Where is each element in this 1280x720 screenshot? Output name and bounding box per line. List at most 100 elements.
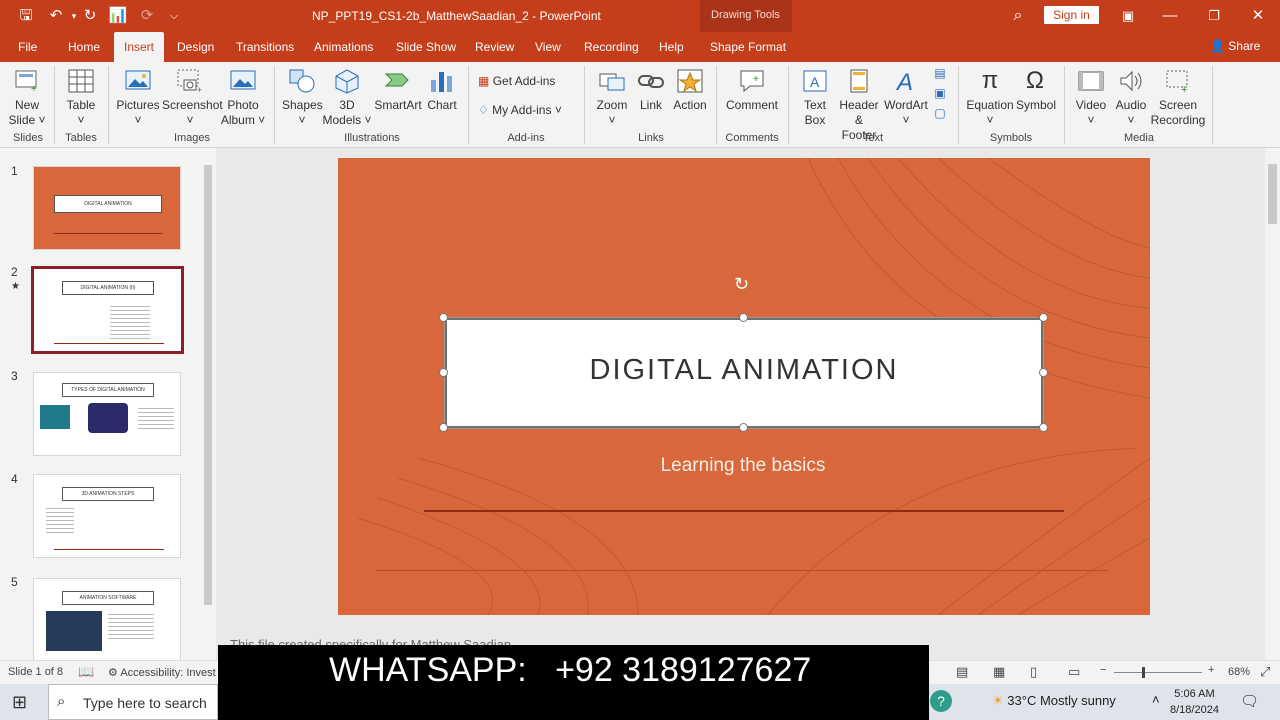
save-icon[interactable]: 🖫 — [16, 6, 36, 26]
tab-slide-show[interactable]: Slide Show — [394, 32, 458, 62]
resize-handle[interactable] — [1039, 368, 1048, 377]
normal-view-icon[interactable]: ▤ — [956, 664, 968, 680]
thumbnail-title: TYPES OF DIGITAL ANIMATION — [62, 383, 154, 397]
object-button[interactable]: ▢ — [932, 106, 948, 121]
wordart-button[interactable]: A WordArt ˅ — [884, 68, 928, 128]
present-from-beginning-icon[interactable]: 📊 — [108, 6, 128, 26]
resize-handle[interactable] — [739, 423, 748, 432]
pictures-button[interactable]: Pictures ˅ — [116, 68, 160, 128]
get-addins-button[interactable]: ▦ Get Add-ins — [478, 74, 560, 89]
tab-view[interactable]: View — [533, 32, 563, 62]
tab-home[interactable]: Home — [66, 32, 102, 62]
zoom-slider-thumb[interactable] — [1142, 667, 1145, 678]
rotate-handle-icon[interactable]: ↻ — [734, 274, 749, 295]
accessibility-label: Accessibility: Invest — [120, 667, 216, 679]
screenshot-button[interactable]: + Screenshot ˅ — [162, 68, 223, 128]
tab-shape-format[interactable]: Shape Format — [708, 32, 788, 62]
system-clock[interactable]: 5:06 AM 8/18/2024 — [1170, 686, 1219, 718]
3d-models-button[interactable]: 3D Models ˅ — [322, 68, 372, 128]
chevron-up-icon[interactable]: ˄ — [1152, 692, 1160, 707]
new-slide-button[interactable]: + New Slide ˅ — [8, 68, 46, 128]
screen-recording-button[interactable]: + Screen Recording — [1150, 68, 1206, 128]
slide-title[interactable]: DIGITAL ANIMATION — [447, 354, 1041, 387]
fit-slide-icon[interactable]: ⤢ — [1260, 664, 1270, 680]
store-icon: ▦ — [478, 74, 490, 88]
chevron-down-icon: ˅ — [554, 103, 562, 117]
title-placeholder[interactable]: DIGITAL ANIMATION — [445, 318, 1043, 428]
thumbnail-scrollbar[interactable] — [201, 149, 215, 657]
accessibility-status[interactable]: ⚙ Accessibility: Invest — [108, 666, 216, 679]
zoom-button[interactable]: Zoom ˅ — [594, 68, 630, 128]
resize-handle[interactable] — [1039, 423, 1048, 432]
table-button[interactable]: Table ˅ — [62, 68, 100, 128]
photo-album-button[interactable]: Photo Album ˅ — [220, 68, 266, 128]
resize-handle[interactable] — [1039, 313, 1048, 322]
tab-review[interactable]: Review — [473, 32, 516, 62]
reading-view-icon[interactable]: ▯ — [1030, 664, 1037, 680]
tab-recording[interactable]: Recording — [582, 32, 641, 62]
tab-transitions[interactable]: Transitions — [234, 32, 296, 62]
group-label-addins: Add-ins — [507, 132, 545, 144]
redo-icon[interactable]: ↻ — [80, 6, 100, 26]
spelling-icon[interactable]: 📖 — [78, 664, 94, 680]
taskbar-search[interactable]: ⌕ Type here to search — [48, 684, 218, 720]
slide-subtitle[interactable]: Learning the basics — [338, 455, 1148, 477]
resize-handle[interactable] — [439, 368, 448, 377]
help-app-icon[interactable]: ? — [930, 690, 952, 712]
canvas-scrollbar[interactable] — [1265, 148, 1280, 660]
search-icon[interactable]: ⌕ — [1008, 6, 1028, 26]
drawing-tools-label: Drawing Tools — [711, 9, 780, 21]
thumbnail-image — [88, 403, 128, 433]
slide-thumbnail-3[interactable]: TYPES OF DIGITAL ANIMATION — [33, 372, 181, 456]
slide-thumbnail-5[interactable]: ANIMATION SOFTWARE — [33, 578, 181, 662]
restore-icon[interactable]: ❐ — [1204, 6, 1224, 26]
weather-widget[interactable]: ☀ 33°C Mostly sunny — [992, 693, 1116, 709]
text-box-button[interactable]: A Text Box — [796, 68, 834, 128]
smartart-button[interactable]: SmartArt — [374, 68, 422, 113]
photo-album-label-2: Album ˅ — [220, 113, 266, 127]
zoom-in-icon[interactable]: + — [1208, 664, 1214, 676]
scrollbar-thumb[interactable] — [1268, 164, 1277, 224]
sign-in-button[interactable]: Sign in — [1044, 6, 1099, 24]
group-label-symbols: Symbols — [989, 132, 1033, 144]
zoom-level[interactable]: 68% — [1228, 666, 1250, 678]
comment-button[interactable]: + Comment — [724, 68, 780, 113]
smartart-label: SmartArt — [374, 98, 422, 112]
minimize-icon[interactable]: — — [1160, 6, 1180, 26]
slide-thumbnail-4[interactable]: 3D ANIMATION STEPS — [33, 474, 181, 558]
windows-start-icon[interactable]: ⊞ — [12, 692, 27, 713]
zoom-out-icon[interactable]: − — [1100, 664, 1106, 676]
slide-thumbnail-2[interactable]: DIGITAL ANIMATION (II) — [31, 266, 184, 354]
scrollbar-thumb[interactable] — [204, 165, 212, 605]
audio-button[interactable]: Audio ˅ — [1112, 68, 1150, 128]
resize-handle[interactable] — [439, 423, 448, 432]
date-time-button[interactable]: ▤ — [932, 66, 948, 81]
notification-icon[interactable]: 🗨 — [1240, 692, 1259, 710]
tab-design[interactable]: Design — [175, 32, 216, 62]
share-button[interactable]: 👤 Share — [1210, 39, 1260, 53]
slide-number-button[interactable]: ▣ — [932, 86, 948, 101]
tab-help[interactable]: Help — [657, 32, 686, 62]
ribbon-display-options-icon[interactable]: ▣ — [1118, 6, 1138, 26]
chart-button[interactable]: Chart — [424, 68, 460, 113]
slide-sorter-icon[interactable]: ▦ — [993, 664, 1005, 680]
slide-thumbnail-1[interactable]: DIGITAL ANIMATION — [33, 166, 181, 250]
symbol-button[interactable]: Ω Symbol — [1016, 68, 1056, 113]
equation-button[interactable]: π Equation ˅ — [966, 68, 1014, 128]
video-button[interactable]: Video ˅ — [1072, 68, 1110, 128]
tab-file[interactable]: File — [16, 32, 39, 62]
resize-handle[interactable] — [439, 313, 448, 322]
customize-toolbar-icon[interactable]: ⌵ — [164, 6, 184, 26]
tab-animations[interactable]: Animations — [312, 32, 375, 62]
zoom-slider[interactable] — [1114, 672, 1202, 673]
undo-icon[interactable]: ↶ — [46, 6, 66, 26]
link-button[interactable]: Link — [636, 68, 666, 113]
slide-show-icon[interactable]: ▭ — [1068, 664, 1080, 680]
resize-handle[interactable] — [739, 313, 748, 322]
tab-insert[interactable]: Insert — [114, 32, 165, 62]
close-icon[interactable]: ✕ — [1248, 6, 1268, 26]
action-button[interactable]: Action — [672, 68, 708, 113]
my-addins-button[interactable]: ♢ My Add-ins ˅ — [478, 103, 574, 118]
touch-mode-icon[interactable]: ⟳ — [137, 6, 157, 26]
shapes-button[interactable]: Shapes ˅ — [282, 68, 323, 128]
